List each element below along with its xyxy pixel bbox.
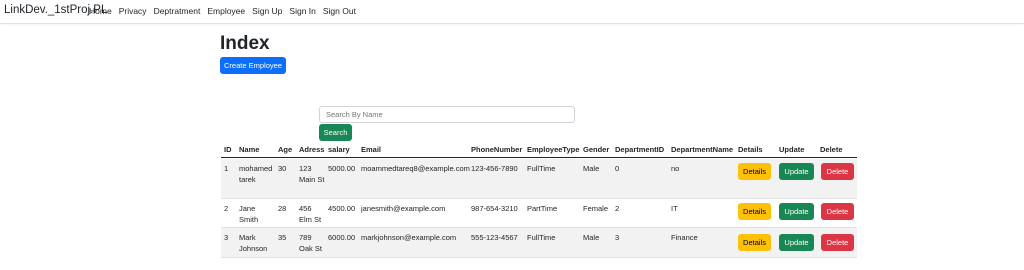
cell-age: 28 (278, 204, 287, 213)
create-employee-button[interactable]: Create Employee (220, 57, 286, 74)
header-department-id: DepartmentID (615, 145, 665, 154)
header-email: Email (361, 145, 382, 154)
cell-age: 35 (278, 233, 287, 242)
header-details: Details (738, 145, 763, 154)
cell-department-id: 3 (615, 233, 620, 242)
nav-sign-out[interactable]: Sign Out (323, 6, 356, 16)
header-employee-type: EmployeeType (527, 145, 580, 154)
cell-department-name: Finance (671, 233, 698, 242)
search-button[interactable]: Search (319, 124, 352, 141)
cell-id: 3 (224, 233, 229, 242)
cell-department-name: IT (671, 204, 678, 213)
nav-privacy[interactable]: Privacy (119, 6, 147, 16)
cell-department-id: 2 (615, 204, 620, 213)
cell-salary: 5000.00 (328, 164, 356, 173)
cell-name: Mark Johnson (239, 233, 268, 253)
cell-gender: Male (583, 233, 600, 242)
details-button[interactable]: Details (738, 203, 771, 220)
cell-salary: 6000.00 (328, 233, 356, 242)
header-department-name: DepartmentName (671, 145, 734, 154)
header-phone: PhoneNumber (471, 145, 523, 154)
nav-sign-in[interactable]: Sign In (289, 6, 315, 16)
cell-phone: 555-123-4567 (471, 233, 518, 242)
cell-employee-type: PartTime (527, 204, 558, 213)
cell-name: mohamed tarek (239, 164, 273, 184)
header-name: Name (239, 145, 260, 154)
delete-button[interactable]: Delete (821, 163, 854, 180)
table-row: 1 mohamed tarek 30 123 Main St 5000.00 m… (221, 159, 857, 199)
nav-links: Home Privacy Deptratment Employee Sign U… (89, 6, 356, 16)
cell-gender: Female (583, 204, 609, 213)
nav-sign-up[interactable]: Sign Up (252, 6, 282, 16)
table-header: ID Name Age Adress salary Email PhoneNum… (221, 141, 857, 158)
navbar: LinkDev._1stProj.PL Home Privacy Deptrat… (0, 0, 1024, 24)
cell-address: 789 Oak St (299, 233, 322, 253)
cell-department-name: no (671, 164, 680, 173)
cell-employee-type: FullTime (527, 233, 556, 242)
header-update: Update (779, 145, 805, 154)
cell-age: 30 (278, 164, 287, 173)
table-row: 3 Mark Johnson 35 789 Oak St 6000.00 mar… (221, 228, 857, 258)
nav-home[interactable]: Home (89, 6, 112, 16)
cell-employee-type: FullTime (527, 164, 556, 173)
cell-department-id: 0 (615, 164, 620, 173)
nav-department[interactable]: Deptratment (154, 6, 201, 16)
page-title: Index (220, 33, 270, 54)
cell-name: Jane Smith (239, 204, 259, 224)
update-button[interactable]: Update (779, 163, 814, 180)
cell-email: janesmith@example.com (361, 204, 446, 213)
cell-phone: 123-456-7890 (471, 164, 518, 173)
header-gender: Gender (583, 145, 610, 154)
nav-employee[interactable]: Employee (207, 6, 245, 16)
cell-phone: 987-654-3210 (471, 204, 518, 213)
details-button[interactable]: Details (738, 163, 771, 180)
cell-email: moammedtareq8@example.com (361, 164, 470, 173)
header-id: ID (224, 145, 232, 154)
header-age: Age (278, 145, 293, 154)
search-input[interactable] (319, 106, 575, 123)
cell-gender: Male (583, 164, 600, 173)
cell-id: 2 (224, 204, 229, 213)
details-button[interactable]: Details (738, 234, 771, 251)
header-delete: Delete (820, 145, 843, 154)
cell-address: 123 Main St (299, 164, 325, 184)
cell-id: 1 (224, 164, 229, 173)
cell-email: markjohnson@example.com (361, 233, 457, 242)
delete-button[interactable]: Delete (821, 234, 854, 251)
cell-address: 456 Elm St (299, 204, 322, 224)
update-button[interactable]: Update (779, 234, 814, 251)
update-button[interactable]: Update (779, 203, 814, 220)
table-row: 2 Jane Smith 28 456 Elm St 4500.00 janes… (221, 199, 857, 228)
cell-salary: 4500.00 (328, 204, 356, 213)
delete-button[interactable]: Delete (821, 203, 854, 220)
header-address: Adress (299, 145, 325, 154)
header-salary: salary (328, 145, 350, 154)
